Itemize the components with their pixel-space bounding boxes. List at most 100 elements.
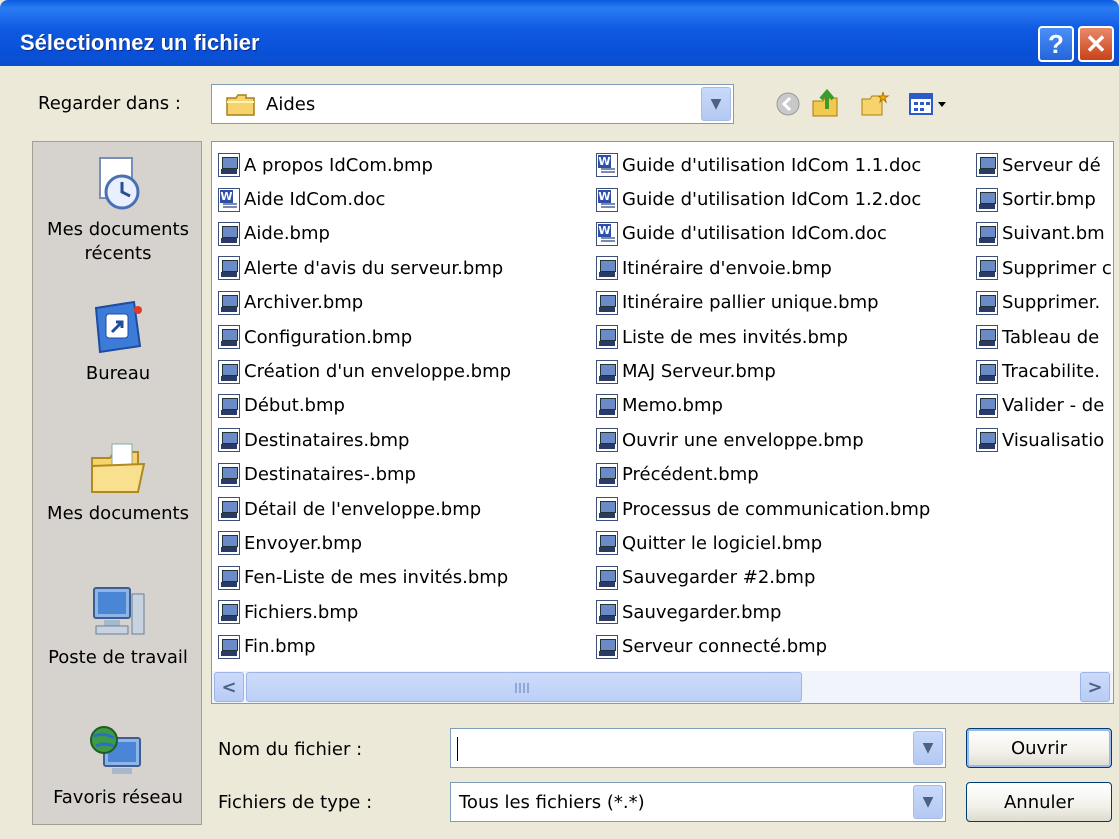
place-label: Poste de travail [48, 647, 188, 668]
chevron-down-icon[interactable]: ▼ [913, 785, 943, 819]
open-button[interactable]: Ouvrir [966, 728, 1112, 768]
list-item[interactable]: Suivant.bm [976, 217, 1112, 251]
place-my-documents[interactable]: Mes documents [33, 438, 203, 526]
list-item[interactable]: Visualisatio [976, 423, 1112, 457]
bmp-file-icon [976, 290, 998, 315]
scroll-left-button[interactable]: < [214, 672, 244, 702]
chevron-down-icon[interactable]: ▼ [701, 87, 731, 121]
place-my-computer[interactable]: Poste de travail [33, 582, 203, 670]
list-item[interactable]: Sauvegarder #2.bmp [596, 561, 930, 595]
list-item[interactable]: Itinéraire pallier unique.bmp [596, 286, 930, 320]
list-item[interactable]: Memo.bmp [596, 389, 930, 423]
bmp-file-icon [976, 325, 998, 350]
bmp-file-icon [596, 531, 618, 556]
filetype-value: Tous les fichiers (*.*) [459, 792, 645, 813]
list-item[interactable]: Liste de mes invités.bmp [596, 320, 930, 354]
list-item[interactable]: Supprimer. [976, 286, 1112, 320]
list-item[interactable]: Fichiers.bmp [218, 595, 511, 629]
place-label: Favoris réseau [53, 787, 183, 808]
bmp-file-icon [218, 393, 240, 418]
list-item[interactable]: Quitter le logiciel.bmp [596, 526, 930, 560]
bmp-file-icon [596, 393, 618, 418]
look-in-value: Aides [266, 94, 316, 115]
list-item[interactable]: Précédent.bmp [596, 458, 930, 492]
bmp-file-icon [976, 153, 998, 178]
back-icon[interactable] [772, 88, 804, 120]
file-list[interactable]: A propos IdCom.bmp Aide IdCom.doc Aide.b… [211, 141, 1114, 704]
list-item[interactable]: Aide IdCom.doc [218, 182, 511, 216]
place-desktop[interactable]: Bureau [33, 298, 203, 386]
bmp-file-icon [976, 428, 998, 453]
list-item[interactable]: Itinéraire d'envoie.bmp [596, 251, 930, 285]
view-menu-icon[interactable] [906, 88, 952, 120]
scrollbar-thumb[interactable] [246, 672, 802, 702]
list-item[interactable]: Détail de l'enveloppe.bmp [218, 492, 511, 526]
list-item[interactable]: Sauvegarder.bmp [596, 595, 930, 629]
close-button[interactable]: ✕ [1078, 26, 1114, 62]
file-column-1: A propos IdCom.bmp Aide IdCom.doc Aide.b… [218, 148, 511, 664]
list-item[interactable]: Guide d'utilisation IdCom 1.2.doc [596, 182, 930, 216]
up-folder-icon[interactable] [810, 88, 842, 120]
list-item[interactable]: Supprimer c [976, 251, 1112, 285]
bmp-file-icon [218, 428, 240, 453]
list-item[interactable]: Sortir.bmp [976, 182, 1112, 216]
bmp-file-icon [218, 153, 240, 178]
list-item[interactable]: Tableau de [976, 320, 1112, 354]
list-item[interactable]: Fin.bmp [218, 629, 511, 663]
horizontal-scrollbar[interactable]: < > [212, 671, 1113, 703]
list-item[interactable]: A propos IdCom.bmp [218, 148, 511, 182]
bmp-file-icon [976, 256, 998, 281]
list-item[interactable]: Début.bmp [218, 389, 511, 423]
new-folder-icon[interactable] [859, 88, 891, 120]
bmp-file-icon [596, 359, 618, 384]
list-item[interactable]: Alerte d'avis du serveur.bmp [218, 251, 511, 285]
list-item[interactable]: Guide d'utilisation IdCom.doc [596, 217, 930, 251]
look-in-dropdown[interactable]: Aides ▼ [211, 84, 734, 124]
file-column-2: Guide d'utilisation IdCom 1.1.doc Guide … [596, 148, 930, 664]
list-item[interactable]: Envoyer.bmp [218, 526, 511, 560]
list-item[interactable]: Serveur connecté.bmp [596, 629, 930, 663]
bmp-file-icon [596, 634, 618, 659]
bmp-file-icon [596, 325, 618, 350]
filename-input[interactable]: ▼ [450, 728, 946, 768]
text-caret [457, 737, 458, 761]
bmp-file-icon [596, 256, 618, 281]
place-label: Bureau [85, 363, 151, 384]
bmp-file-icon [596, 497, 618, 522]
my-documents-icon [88, 438, 148, 498]
place-recent-documents[interactable]: Mes documents récents [33, 154, 203, 266]
place-network-places[interactable]: Favoris réseau [33, 722, 203, 810]
bmp-file-icon [218, 634, 240, 659]
bmp-file-icon [218, 531, 240, 556]
word-doc-icon [596, 187, 618, 212]
list-item[interactable]: Destinataires-.bmp [218, 458, 511, 492]
word-doc-icon [218, 187, 240, 212]
cancel-button[interactable]: Annuler [966, 782, 1112, 822]
list-item[interactable]: Processus de communication.bmp [596, 492, 930, 526]
help-button[interactable]: ? [1038, 26, 1074, 62]
list-item[interactable]: Serveur dé [976, 148, 1112, 182]
list-item[interactable]: Ouvrir une enveloppe.bmp [596, 423, 930, 457]
bmp-file-icon [218, 462, 240, 487]
window-title: Sélectionnez un fichier [20, 30, 260, 55]
scroll-right-button[interactable]: > [1080, 672, 1110, 702]
list-item[interactable]: Guide d'utilisation IdCom 1.1.doc [596, 148, 930, 182]
chevron-down-icon[interactable]: ▼ [913, 731, 943, 765]
list-item[interactable]: Aide.bmp [218, 217, 511, 251]
list-item[interactable]: Destinataires.bmp [218, 423, 511, 457]
list-item[interactable]: Archiver.bmp [218, 286, 511, 320]
list-item[interactable]: Tracabilite. [976, 354, 1112, 388]
filetype-label: Fichiers de type : [218, 792, 373, 813]
bmp-file-icon [218, 565, 240, 590]
file-column-3: Serveur dé Sortir.bmp Suivant.bm Supprim… [976, 148, 1112, 458]
list-item[interactable]: Fen-Liste de mes invités.bmp [218, 561, 511, 595]
bmp-file-icon [218, 497, 240, 522]
bmp-file-icon [218, 325, 240, 350]
place-label: Mes documents [47, 503, 189, 524]
list-item[interactable]: Création d'un enveloppe.bmp [218, 354, 511, 388]
filetype-dropdown[interactable]: Tous les fichiers (*.*) ▼ [450, 782, 946, 822]
list-item[interactable]: MAJ Serveur.bmp [596, 354, 930, 388]
bmp-file-icon [218, 359, 240, 384]
list-item[interactable]: Configuration.bmp [218, 320, 511, 354]
list-item[interactable]: Valider - de [976, 389, 1112, 423]
